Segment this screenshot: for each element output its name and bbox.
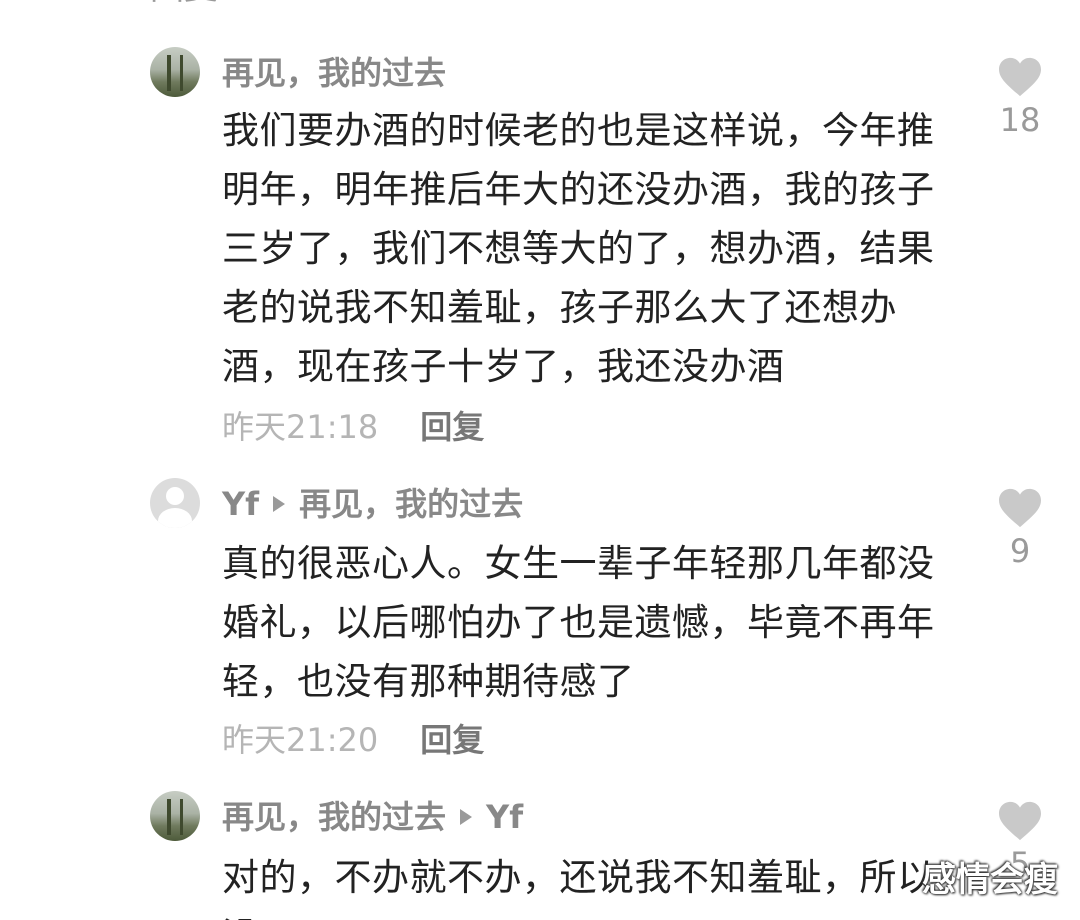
comment-thread: 回复 再见，我的过去 我们要办酒的时候老的也是这样说，今年推明年，明年推后年大的… bbox=[0, 0, 1080, 920]
reply-time: 昨天21:20 bbox=[222, 721, 379, 759]
reply-arrow-icon bbox=[273, 496, 286, 512]
heart-icon bbox=[999, 801, 1041, 841]
heart-icon bbox=[999, 488, 1041, 528]
avatar[interactable] bbox=[150, 478, 200, 528]
reply-button[interactable]: 回复 bbox=[420, 721, 484, 759]
previous-reply-button-cut[interactable]: 回复 bbox=[150, 0, 218, 6]
author-name[interactable]: 再见，我的过去 bbox=[222, 54, 446, 92]
reply-content: 我们要办酒的时候老的也是这样说，今年推明年，明年推后年大的还没办酒，我的孩子三岁… bbox=[222, 109, 935, 388]
avatar[interactable] bbox=[150, 791, 200, 841]
default-avatar-body bbox=[158, 508, 192, 528]
reply-header: Yf 再见，我的过去 bbox=[222, 484, 523, 524]
reply-meta: 昨天21:20 回复 bbox=[222, 720, 484, 760]
reply-time: 昨天21:18 bbox=[222, 408, 379, 446]
author-name[interactable]: 再见，我的过去 bbox=[222, 798, 446, 836]
like-button[interactable]: 9 bbox=[990, 487, 1050, 569]
reply-arrow-icon bbox=[460, 809, 473, 825]
like-button[interactable]: 18 bbox=[990, 56, 1050, 138]
author-name[interactable]: Yf bbox=[222, 485, 259, 523]
reply-content: 真的很恶心人。女生一辈子年轻那几年都没婚礼，以后哪怕办了也是遗憾，毕竟不再年轻，… bbox=[222, 542, 935, 703]
avatar[interactable] bbox=[150, 47, 200, 97]
reply-button[interactable]: 回复 bbox=[420, 408, 484, 446]
reply-header: 再见，我的过去 Yf bbox=[222, 797, 523, 837]
default-avatar-head bbox=[166, 487, 184, 505]
heart-icon bbox=[999, 57, 1041, 97]
watermark: 感情会瘦 bbox=[922, 860, 1058, 900]
like-count: 9 bbox=[1009, 532, 1031, 570]
reply-to-name[interactable]: Yf bbox=[486, 798, 523, 836]
reply-content: 对的，不办就不办，还说我不知羞耻，所以没 bbox=[222, 856, 935, 920]
like-count: 18 bbox=[999, 101, 1041, 139]
reply-to-name[interactable]: 再见，我的过去 bbox=[299, 485, 523, 523]
reply-meta: 昨天21:18 回复 bbox=[222, 407, 484, 447]
reply-header: 再见，我的过去 bbox=[222, 53, 446, 93]
